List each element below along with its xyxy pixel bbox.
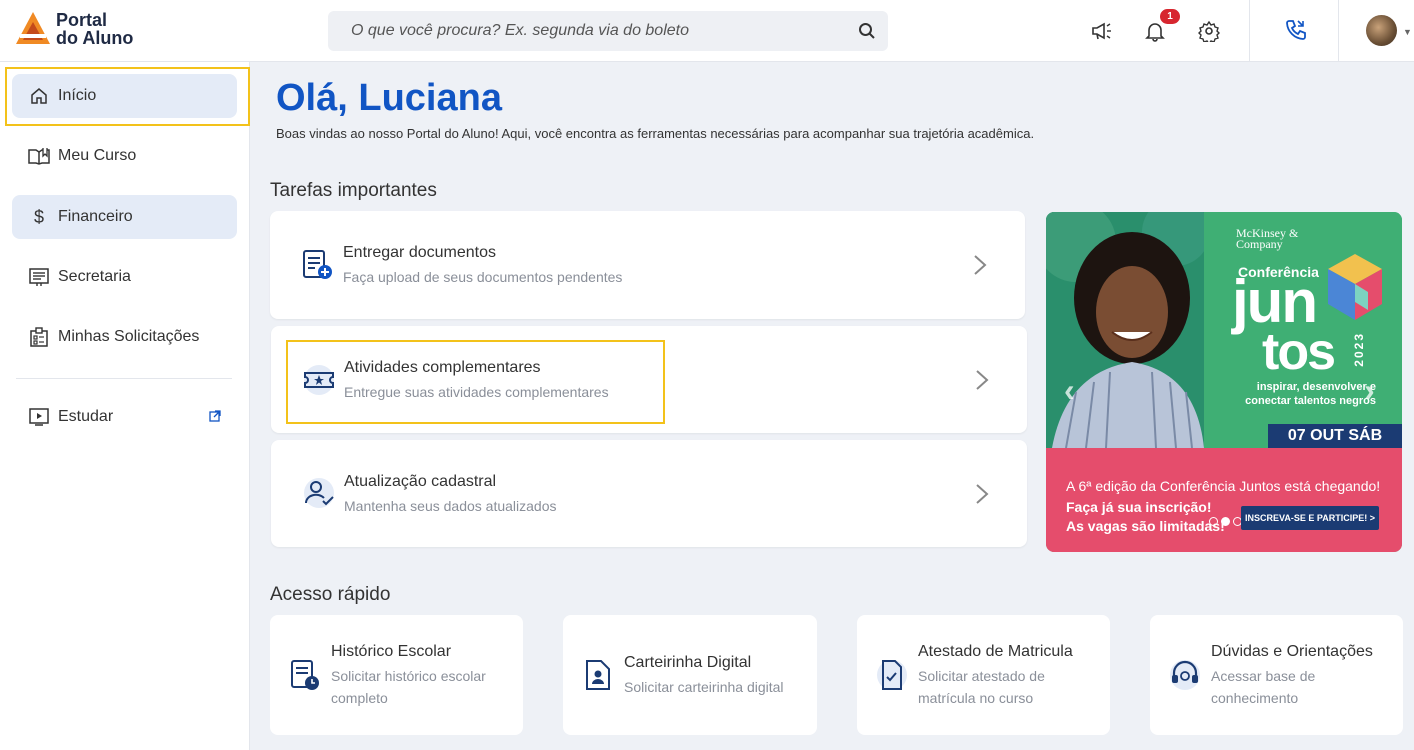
chevron-right-icon — [976, 484, 989, 504]
megaphone-icon[interactable] — [1090, 20, 1112, 42]
gear-icon[interactable] — [1198, 20, 1220, 42]
bell-icon[interactable] — [1144, 20, 1166, 42]
play-icon — [28, 406, 50, 428]
task-title: Atualização cadastral — [344, 473, 497, 490]
logo-line1: Portal — [56, 10, 108, 30]
document-clock-icon — [291, 660, 319, 690]
sidebar-item-label: Estudar — [58, 408, 114, 425]
welcome-text: Boas vindas ao nosso Portal do Aluno! Aq… — [276, 126, 1035, 141]
banner-line1: A 6ª edição da Conferência Juntos está c… — [1066, 478, 1381, 494]
document-check-icon — [877, 660, 907, 690]
banner-date: 07 OUT SÁB — [1268, 424, 1402, 448]
quick-subtitle: Acessar base de conhecimento — [1211, 668, 1316, 706]
logo-line2: do Aluno — [56, 28, 134, 48]
task-title: Entregar documentos — [343, 244, 496, 261]
carousel-dots[interactable] — [1209, 517, 1242, 526]
banner-bottom: A 6ª edição da Conferência Juntos está c… — [1046, 448, 1402, 552]
quick-subtitle: Solicitar carteirinha digital — [624, 679, 784, 695]
notification-badge: 1 — [1160, 9, 1180, 24]
task-subtitle: Faça upload de seus documentos pendentes — [343, 269, 623, 285]
banner-cta-button[interactable]: INSCREVA-SE E PARTICIPE! > — [1241, 506, 1379, 530]
quick-title: Dúvidas e Orientações — [1211, 643, 1373, 660]
banner-line3: As vagas são limitadas! — [1066, 518, 1225, 534]
id-card-icon — [586, 660, 610, 690]
clipboard-icon — [28, 326, 50, 348]
document-add-icon — [303, 250, 332, 279]
sidebar-item-meu-curso[interactable]: Meu Curso — [12, 134, 237, 178]
logo-icon — [16, 12, 50, 44]
external-link-icon — [209, 410, 221, 422]
dollar-icon: $ — [33, 206, 44, 227]
chevron-right-icon — [976, 370, 989, 390]
portal-logo[interactable]: Portal do Aluno — [14, 10, 133, 48]
list-icon — [28, 266, 50, 288]
quick-title: Atestado de Matricula — [918, 643, 1073, 660]
chevron-down-icon[interactable]: ▼ — [1403, 27, 1412, 37]
quick-card-duvidas-orientacoes[interactable]: Dúvidas e Orientações Acessar base de co… — [1150, 615, 1403, 735]
search-input[interactable] — [328, 11, 848, 51]
carousel-next-icon[interactable]: › — [1364, 372, 1375, 409]
carousel-dot[interactable] — [1209, 517, 1218, 526]
task-card-entregar-documentos[interactable]: Entregar documentos Faça upload de seus … — [270, 211, 1025, 319]
search-bar — [328, 11, 888, 51]
sidebar-item-label: Meu Curso — [58, 147, 137, 164]
carousel-prev-icon[interactable]: ‹ — [1064, 372, 1075, 409]
sidebar-item-minhas-solicitacoes[interactable]: Minhas Solicitações — [12, 315, 237, 359]
headset-icon — [1170, 660, 1200, 690]
top-bar: Portal do Aluno 1 ▼ — [0, 0, 1414, 62]
sidebar-item-secretaria[interactable]: Secretaria — [12, 255, 237, 299]
highlight-box — [286, 340, 665, 424]
carousel-dot[interactable] — [1221, 517, 1230, 526]
banner-year: 2023 — [1352, 332, 1366, 367]
sidebar-divider — [16, 378, 232, 379]
sidebar-item-label: Minhas Solicitações — [58, 328, 200, 345]
quick-subtitle: Solicitar atestado de matrícula no curso — [918, 668, 1045, 706]
quick-access-title: Acesso rápido — [270, 584, 391, 605]
sidebar: Início Meu Curso $ Financeiro Secretaria… — [0, 62, 250, 750]
task-card-atualizacao-cadastral[interactable]: Atualização cadastral Mantenha seus dado… — [271, 440, 1027, 547]
quick-title: Histórico Escolar — [331, 643, 452, 660]
task-subtitle: Mantenha seus dados atualizados — [344, 498, 557, 514]
header-divider — [1249, 0, 1250, 62]
sidebar-item-estudar[interactable]: Estudar — [12, 395, 237, 439]
quick-card-historico-escolar[interactable]: Histórico Escolar Solicitar histórico es… — [270, 615, 523, 735]
avatar[interactable] — [1366, 15, 1397, 46]
sidebar-item-label: Financeiro — [58, 208, 133, 225]
cube-logo — [1328, 254, 1382, 320]
quick-card-atestado-matricula[interactable]: Atestado de Matricula Solicitar atestado… — [857, 615, 1110, 735]
tasks-section-title: Tarefas importantes — [270, 180, 437, 201]
promo-banner[interactable]: McKinsey & Company Conferência jun tos 2… — [1046, 212, 1402, 552]
banner-photo — [1046, 212, 1204, 448]
phone-icon[interactable] — [1284, 18, 1308, 42]
sidebar-item-financeiro[interactable]: $ Financeiro — [12, 195, 237, 239]
quick-subtitle: Solicitar histórico escolar completo — [331, 668, 486, 706]
greeting-title: Olá, Luciana — [276, 77, 502, 119]
banner-word2: tos — [1262, 323, 1336, 381]
user-check-icon — [304, 478, 334, 508]
header-divider — [1338, 0, 1339, 62]
quick-card-carteirinha-digital[interactable]: Carteirinha Digital Solicitar carteirinh… — [563, 615, 817, 735]
quick-title: Carteirinha Digital — [624, 654, 752, 671]
book-icon — [28, 145, 50, 167]
banner-tagline: inspirar, desenvolver e conectar talento… — [1245, 381, 1376, 407]
highlight-box — [5, 67, 250, 126]
banner-word1: jun — [1232, 268, 1318, 335]
banner-brand: McKinsey & Company — [1236, 226, 1299, 251]
sidebar-item-label: Secretaria — [58, 268, 131, 285]
banner-line2: Faça já sua inscrição! — [1066, 499, 1212, 515]
search-icon[interactable] — [858, 22, 876, 40]
chevron-right-icon — [974, 255, 987, 275]
